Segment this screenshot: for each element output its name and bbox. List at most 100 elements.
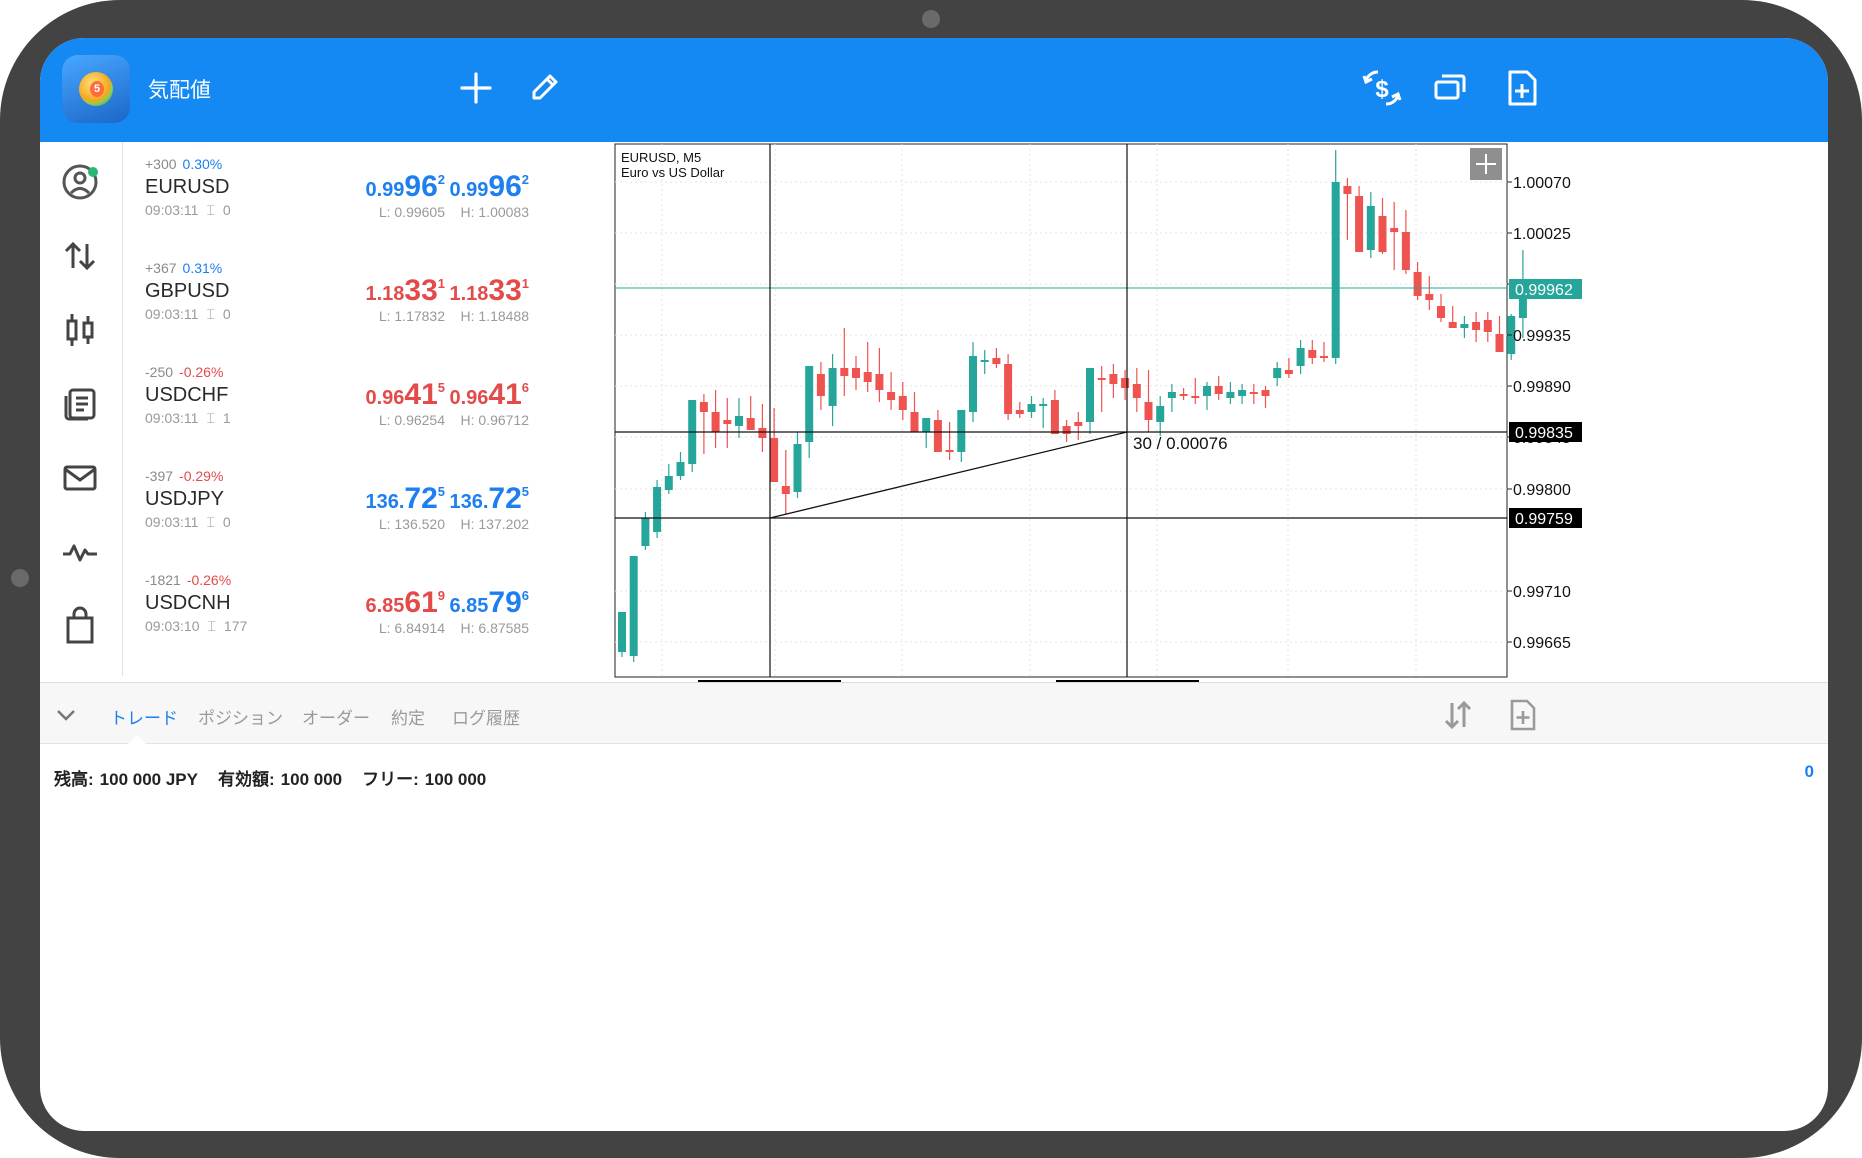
candle-body [1366, 206, 1375, 250]
account-summary: 残高: 100 000 JPY 有効額: 100 000 フリー: 100 000 [54, 765, 492, 790]
mail-icon[interactable] [58, 456, 102, 500]
ask-price-point: 2 [521, 172, 529, 187]
collapse-chevron-icon[interactable] [54, 703, 78, 727]
chart-symbol-label: EURUSD, M5 [621, 150, 701, 165]
candle-body [1483, 320, 1492, 332]
candle-body [1284, 370, 1293, 374]
quote-row[interactable]: +5500.93%USDRUB17:51:41⌶5059.80059.850L:… [123, 662, 578, 676]
candle-body [1238, 390, 1247, 396]
quotes-list: +300 0.30% EURUSD 09:03:11 ⌶ 0 0.99962 0.99962 L… [123, 142, 578, 676]
change-points: -397 [145, 468, 174, 484]
new-order-icon[interactable] [1506, 697, 1540, 733]
symbol-name: USDCHF [145, 384, 229, 406]
candle-body [1156, 406, 1165, 422]
candle-body [1413, 272, 1422, 296]
candle-body [980, 360, 989, 362]
quote-time: 09:03:11 [145, 514, 199, 530]
screen-title: 気配値 [148, 79, 211, 102]
trade-list-icon[interactable] [58, 382, 102, 426]
quote-row[interactable]: -397 -0.29% USDJPY 09:03:11 ⌶ 0 136.725 136.725… [123, 454, 578, 558]
change-points: -250 [145, 364, 174, 380]
tab-deals[interactable]: 約定 [391, 704, 425, 729]
candle-body [1261, 390, 1270, 396]
high-price: H: 1.18488 [460, 308, 530, 324]
candle-body [1109, 374, 1118, 384]
symbol-name: USDCNH [145, 592, 231, 614]
candle-body [676, 462, 685, 476]
account-icon[interactable] [58, 160, 102, 204]
spread-icon: ⌶ [206, 410, 215, 426]
tab-positions[interactable]: ポジション [198, 704, 283, 729]
tab-orders[interactable]: オーダー [302, 704, 370, 729]
candle-body [957, 410, 966, 452]
candle-body [840, 368, 849, 376]
change-percent: -0.26% [186, 572, 232, 588]
free-margin-value: 100 000 [424, 770, 487, 789]
navigation-rail [40, 142, 123, 711]
new-order-icon[interactable] [1500, 66, 1544, 110]
chart-description-label: Euro vs US Dollar [621, 165, 725, 180]
chart-candles-icon[interactable] [58, 308, 102, 352]
spread-icon: ⌶ [206, 202, 215, 218]
currency-exchange-icon[interactable]: $ [1360, 66, 1404, 110]
tab-log-history[interactable]: ログ履歴 [452, 704, 520, 729]
front-camera [922, 10, 940, 28]
candle-body [1179, 394, 1188, 396]
candle-body [1144, 402, 1153, 420]
quote-row[interactable]: -250 -0.26% USDCHF 09:03:11 ⌶ 1 0.96415 0.96416… [123, 350, 578, 454]
y-tick-label: 0.99890 [1513, 379, 1571, 396]
svg-text:$: $ [1375, 76, 1389, 103]
candle-body [805, 366, 814, 442]
metatrader-logo[interactable]: 5 [62, 55, 130, 123]
windows-icon[interactable] [1428, 66, 1472, 110]
price-chart[interactable]: EURUSD, M5 Euro vs US Dollar 1.00070 1.0002… [580, 142, 1828, 701]
tab-trade[interactable]: トレード [110, 704, 178, 729]
quote-row[interactable]: -1821 -0.26% USDCNH 09:03:10 ⌶ 177 6.85619 6.85… [123, 558, 578, 662]
bid-price-head: 136. [365, 491, 405, 513]
ask-price-big: 72 [488, 482, 522, 515]
ask-price-head: 1.18 [449, 283, 489, 305]
app-screen: 5 気配値 $ +300 0.30% EURUSD 09:03:11 ⌶ 0 0… [40, 38, 1828, 1131]
candle-body [1296, 348, 1305, 366]
ask-price-big: 33 [488, 274, 522, 307]
ask-price-point: 5 [521, 484, 529, 499]
ask-price-big: 96 [488, 170, 522, 203]
ask-price-head: 136. [449, 491, 489, 513]
candle-body [770, 438, 779, 482]
ask-price: 136.725 [419, 482, 529, 516]
quote-row[interactable]: +300 0.30% EURUSD 09:03:11 ⌶ 0 0.99962 0.99962 L… [123, 142, 578, 246]
market-bag-icon[interactable] [58, 604, 102, 648]
spread-icon: ⌶ [206, 306, 215, 322]
journal-pulse-icon[interactable] [58, 530, 102, 574]
balance-value: 100 000 JPY [99, 770, 198, 789]
ask-price: 0.96416 [419, 378, 529, 412]
spread-value: 0 [222, 514, 231, 530]
sort-icon[interactable] [1440, 697, 1476, 733]
quote-time: 09:03:11 [145, 410, 199, 426]
candle-body [653, 487, 662, 532]
candle-body [723, 420, 732, 424]
spread-icon: ⌶ [206, 514, 215, 530]
candle-body [1378, 216, 1387, 252]
candle-body [1495, 334, 1504, 352]
candle-body [887, 392, 896, 400]
add-symbol-icon[interactable] [454, 66, 498, 110]
side-sensor [11, 569, 29, 587]
chart-canvas[interactable]: EURUSD, M5Euro vs US Dollar 1.00070 1.0002… [580, 142, 1828, 701]
change-line: -397 -0.29% [145, 468, 223, 484]
ask-price-big: 41 [488, 378, 522, 411]
crosshair-price-upper-label: 0.99835 [1515, 425, 1573, 442]
candle-body [863, 372, 872, 382]
candle-body [875, 374, 884, 390]
quotes-arrows-icon[interactable] [58, 234, 102, 278]
quote-row[interactable]: +367 0.31% GBPUSD 09:03:11 ⌶ 0 1.18331 1.18331 L… [123, 246, 578, 350]
candle-body [1097, 378, 1106, 380]
candle-body [618, 612, 626, 652]
ask-price-point: 6 [521, 588, 529, 603]
edit-pencil-icon[interactable] [522, 66, 566, 110]
candle-body [1308, 350, 1317, 358]
candle-body [1320, 356, 1328, 358]
toolbox-tabs: トレード ポジション オーダー 約定 ログ履歴 [40, 683, 1828, 744]
high-price: H: 0.96712 [460, 412, 530, 428]
candle-body [1425, 294, 1434, 300]
